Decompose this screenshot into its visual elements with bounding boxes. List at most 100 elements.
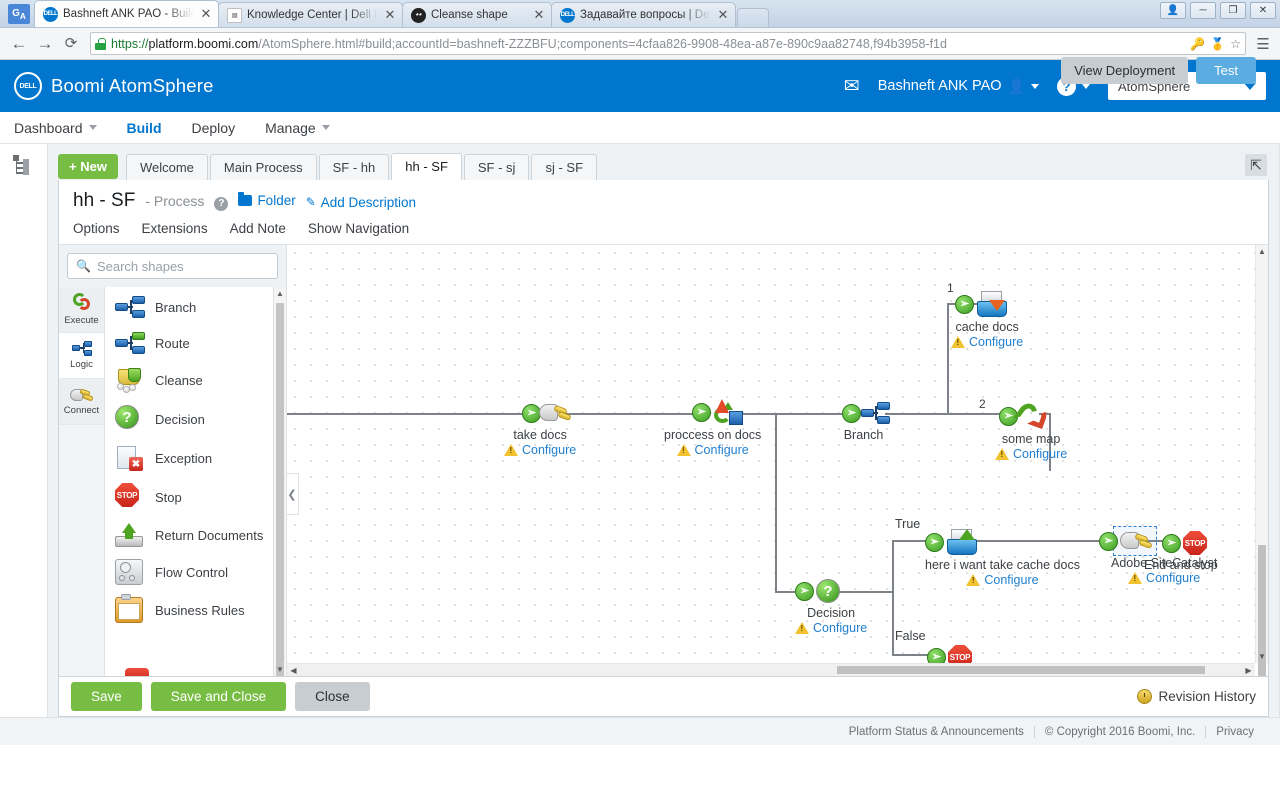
tab-main-process[interactable]: Main Process xyxy=(209,154,317,180)
tab-sj-sf[interactable]: sj - SF xyxy=(531,154,598,180)
back-button[interactable]: ← xyxy=(6,31,32,57)
tab-hh-sf[interactable]: hh - SF xyxy=(391,153,462,180)
forward-button[interactable]: → xyxy=(32,31,58,57)
node-configure-link[interactable]: Configure xyxy=(925,573,1080,587)
close-button[interactable]: Close xyxy=(295,682,370,711)
node-take-docs[interactable]: ➢ take docs Configure xyxy=(504,401,576,457)
search-input[interactable] xyxy=(96,258,269,274)
node-end-and-stop[interactable]: ➢ STOP End and stop xyxy=(1144,531,1218,572)
palette-category-logic[interactable]: Logic xyxy=(59,333,104,379)
tab-sf-sj[interactable]: SF - sj xyxy=(463,154,530,180)
palette-shape-return-documents[interactable]: Return Documents xyxy=(105,517,286,553)
close-icon[interactable]: ✕ xyxy=(200,6,212,22)
new-button[interactable]: + New xyxy=(58,154,118,179)
palette-shape-flow-control[interactable]: Flow Control xyxy=(105,553,286,591)
folder-link[interactable]: Folder xyxy=(238,192,296,208)
expand-diagonal-icon[interactable]: ⇱ xyxy=(1245,154,1267,176)
platform-status-link[interactable]: Platform Status & Announcements xyxy=(839,726,1034,738)
view-deployment-button[interactable]: View Deployment xyxy=(1061,57,1189,84)
palette-scrollbar[interactable]: ▲ ▼ xyxy=(273,287,286,676)
palette-shape-exception[interactable]: ✖ Exception xyxy=(105,439,286,477)
browser-tab-0[interactable]: DELL Bashneft ANK PAO - Build ✕ xyxy=(34,0,219,27)
nav-item-build[interactable]: Build xyxy=(127,120,162,136)
mail-icon[interactable]: ✉ xyxy=(844,77,860,96)
privacy-link[interactable]: Privacy xyxy=(1206,726,1264,738)
node-configure-link[interactable]: Configure xyxy=(795,621,867,635)
add-description-label: Add Description xyxy=(320,194,417,210)
restore-icon[interactable]: ❐ xyxy=(1220,2,1246,19)
search-shapes-box[interactable]: 🔍 xyxy=(67,253,278,279)
hamburger-menu-icon[interactable]: ☰ xyxy=(1252,35,1274,53)
test-button[interactable]: Test xyxy=(1196,57,1256,84)
close-icon[interactable]: ✕ xyxy=(384,7,396,23)
palette-shape-route[interactable]: Route xyxy=(105,325,286,361)
scrollbar-thumb[interactable] xyxy=(276,303,284,676)
translate-page-icon[interactable]: 🥇 xyxy=(1210,37,1225,51)
scroll-up-icon[interactable]: ▲ xyxy=(274,287,286,300)
save-button[interactable]: Save xyxy=(71,682,142,711)
reload-button[interactable]: ⟳ xyxy=(58,31,84,57)
scroll-down-icon[interactable]: ▼ xyxy=(1256,650,1268,663)
add-note-link[interactable]: Add Note xyxy=(230,221,286,236)
close-icon[interactable]: ✕ xyxy=(717,7,729,23)
close-icon[interactable]: ✕ xyxy=(1250,2,1276,19)
browser-tab-3[interactable]: DELL Задавайте вопросы | Dell ✕ xyxy=(551,2,736,27)
tab-sf-hh[interactable]: SF - hh xyxy=(318,154,390,180)
nav-item-dashboard[interactable]: Dashboard xyxy=(14,120,97,136)
bookmark-star-icon[interactable]: ☆ xyxy=(1230,37,1241,51)
canvas-horizontal-scrollbar[interactable]: ◀ ▶ xyxy=(287,663,1255,676)
node-configure-link[interactable]: Configure xyxy=(664,443,761,457)
nav-item-manage[interactable]: Manage xyxy=(265,120,330,136)
close-icon[interactable]: ✕ xyxy=(533,7,545,23)
node-some-map[interactable]: ➢ some map Configure xyxy=(995,399,1067,461)
scroll-right-icon[interactable]: ▶ xyxy=(1242,664,1255,676)
palette-shape-stop[interactable]: STOP Stop xyxy=(105,477,286,517)
show-navigation-link[interactable]: Show Navigation xyxy=(308,221,409,236)
options-link[interactable]: Options xyxy=(73,221,120,236)
minimize-icon[interactable]: ─ xyxy=(1190,2,1216,19)
extensions-link[interactable]: Extensions xyxy=(142,221,208,236)
palette-category-connect[interactable]: Connect xyxy=(59,379,104,425)
palette-shape-cleanse[interactable]: Cleanse xyxy=(105,361,286,399)
browser-tab-1[interactable]: ▤ Knowledge Center | Dell B ✕ xyxy=(218,2,403,27)
node-end-and-continue[interactable]: ➢ STOP End and continue xyxy=(927,645,1038,663)
node-branch[interactable]: ➢ Branch xyxy=(842,401,891,442)
scroll-up-icon[interactable]: ▲ xyxy=(1256,245,1268,258)
address-bar[interactable]: https://platform.boomi.com/AtomSphere.ht… xyxy=(90,32,1246,55)
key-icon[interactable]: 🔑 xyxy=(1190,37,1205,51)
scroll-down-icon[interactable]: ▼ xyxy=(274,663,286,676)
node-cache-docs[interactable]: ➢ cache docs Configure xyxy=(951,291,1023,349)
node-label: Decision xyxy=(807,606,856,620)
browser-tab-2[interactable]: ◕◕ Cleanse shape ✕ xyxy=(402,2,552,27)
account-menu[interactable]: Bashneft ANK PAO 👤 xyxy=(878,78,1039,95)
scroll-left-icon[interactable]: ◀ xyxy=(287,664,300,676)
user-icon[interactable]: 👤 xyxy=(1160,2,1186,19)
canvas-vertical-scrollbar[interactable]: ▲ ▼ xyxy=(1255,245,1268,676)
document-favicon: ▤ xyxy=(227,7,242,23)
translate-icon[interactable]: GA xyxy=(8,4,30,24)
palette-shape-business-rules[interactable]: Business Rules xyxy=(105,591,286,629)
node-configure-link[interactable]: Configure xyxy=(504,443,576,457)
new-tab-button[interactable] xyxy=(737,8,769,27)
add-description-link[interactable]: ✎ Add Description xyxy=(306,195,416,210)
palette-shape-branch[interactable]: Branch xyxy=(105,289,286,325)
process-canvas[interactable]: ➢ take docs Configure xyxy=(287,245,1255,663)
revision-history-link[interactable]: Revision History xyxy=(1137,689,1256,704)
component-explorer-icon[interactable] xyxy=(12,154,35,175)
scrollbar-thumb[interactable] xyxy=(837,666,1205,674)
node-here-i-want-take-cache-docs[interactable]: ➢ here i want take cache docs Configure xyxy=(925,529,1080,587)
node-configure-link[interactable]: Configure xyxy=(995,447,1067,461)
save-and-close-button[interactable]: Save and Close xyxy=(150,682,287,711)
node-proccess-on-docs[interactable]: ➢ proccess on docs Configure xyxy=(664,399,761,457)
node-configure-link[interactable]: Configure xyxy=(1111,571,1217,585)
node-decision[interactable]: ➢ ? Decision Configure xyxy=(795,579,867,635)
chevron-down-icon xyxy=(1031,83,1039,89)
palette-shape-decision[interactable]: ? Decision xyxy=(105,399,286,439)
tab-welcome[interactable]: Welcome xyxy=(125,154,208,180)
nav-item-deploy[interactable]: Deploy xyxy=(192,120,236,136)
node-configure-link[interactable]: Configure xyxy=(951,335,1023,349)
palette-category-execute[interactable]: Execute xyxy=(59,287,104,333)
help-icon[interactable]: ? xyxy=(214,197,229,211)
chevron-down-icon xyxy=(321,125,330,130)
collapse-palette-handle[interactable]: ❮ xyxy=(287,473,299,515)
